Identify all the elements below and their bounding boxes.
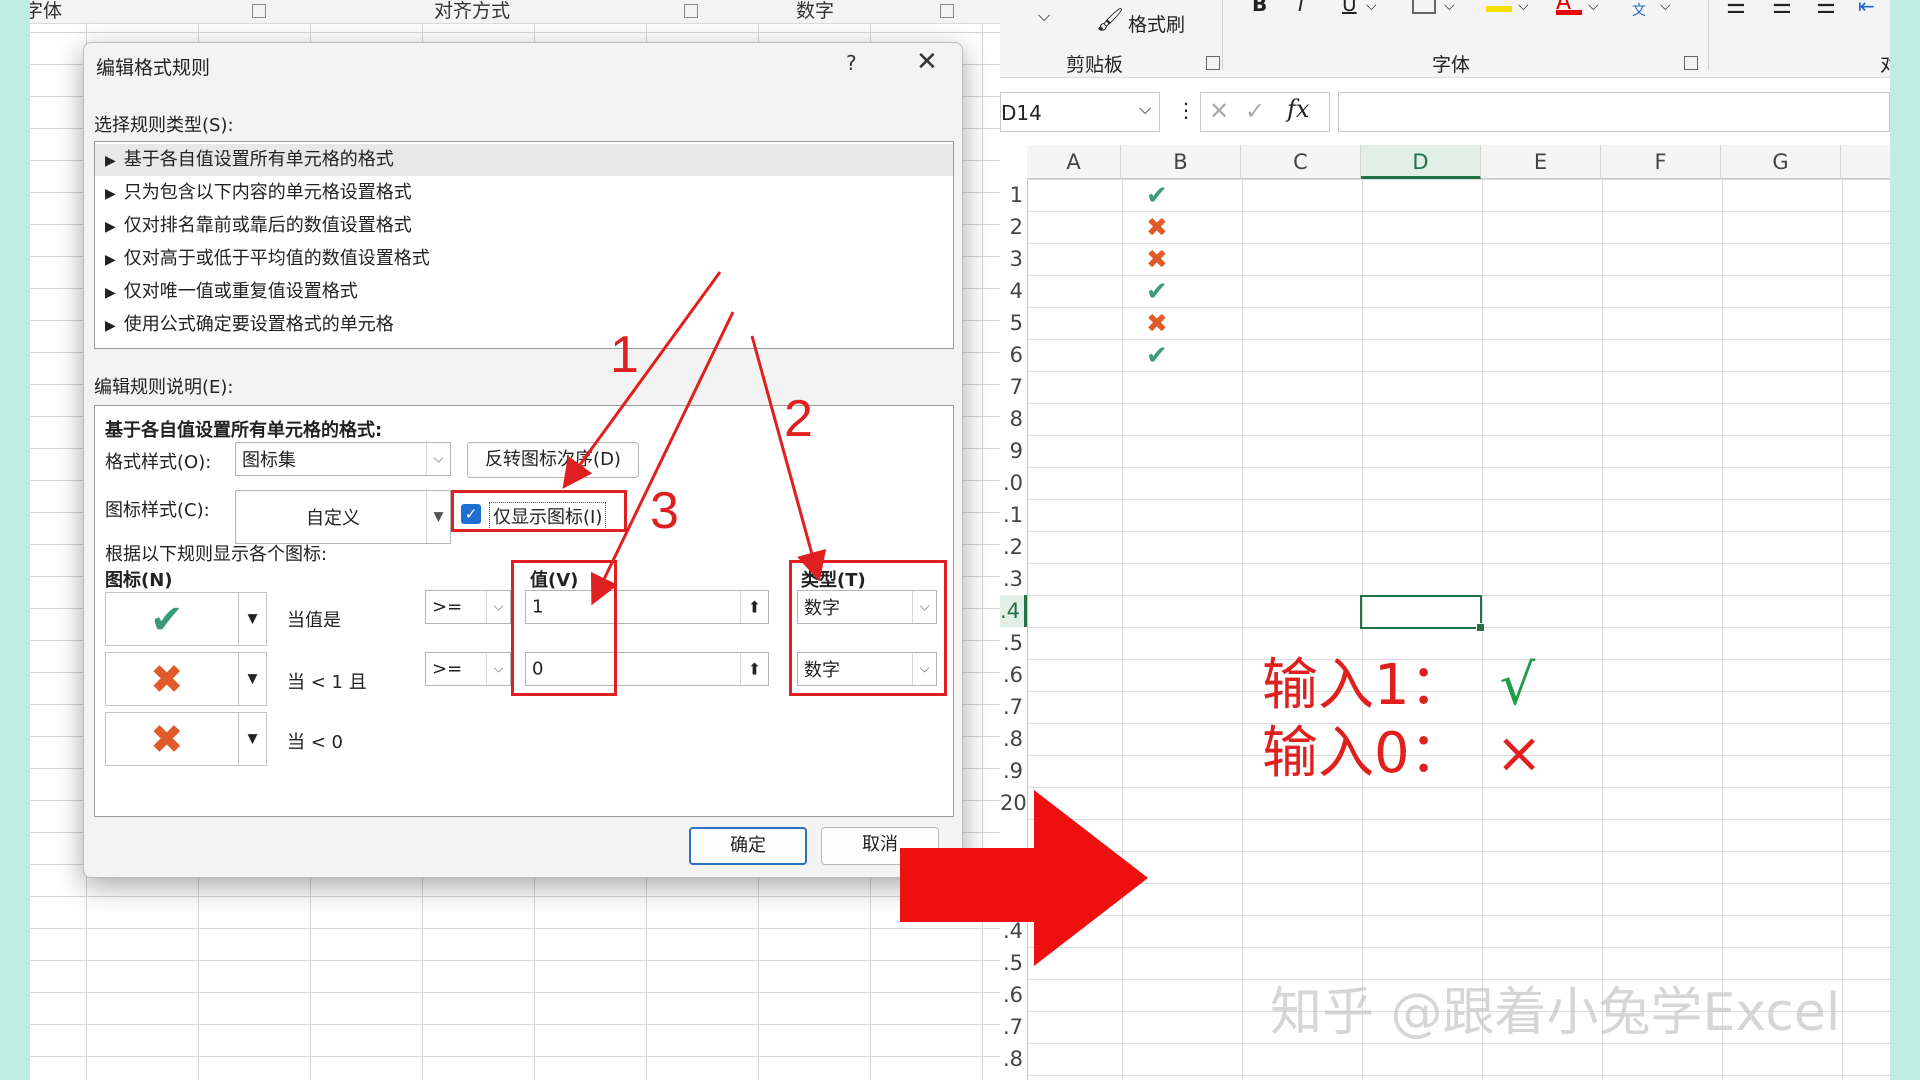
annotation-overlay: 1 2 3	[562, 271, 1148, 966]
annotation-number-2: 2	[784, 390, 813, 448]
annotation-arrow-2	[750, 335, 827, 582]
annotation-arrow-1	[562, 271, 722, 489]
big-right-arrow	[900, 790, 1148, 966]
annotation-number-1: 1	[610, 326, 639, 384]
annotation-number-3: 3	[650, 482, 679, 540]
